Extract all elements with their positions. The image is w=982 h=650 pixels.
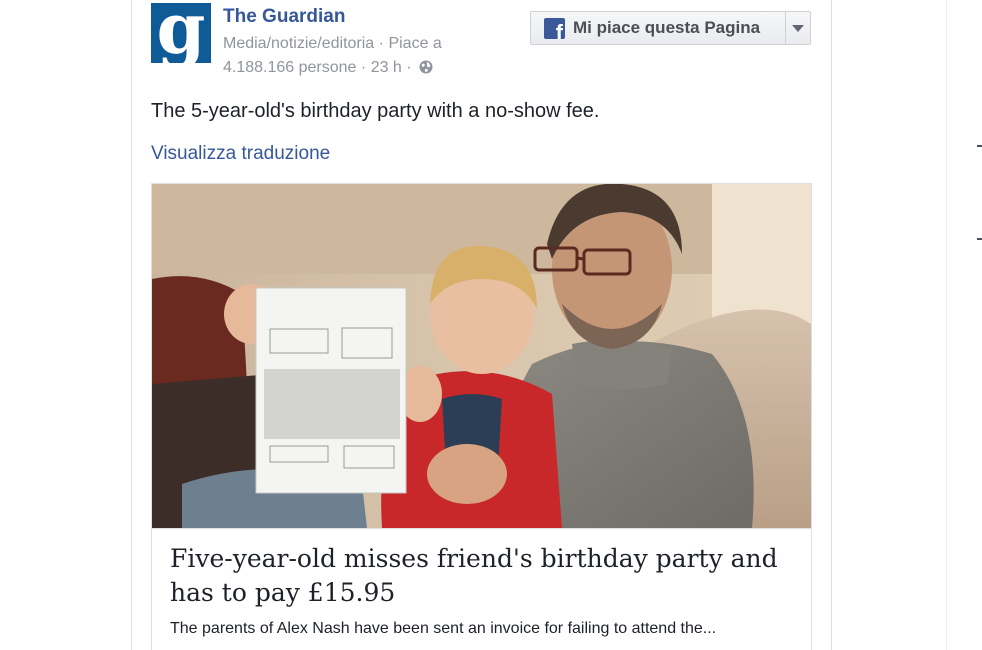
sidebar-border: [946, 0, 947, 650]
facebook-icon: f: [544, 18, 565, 39]
feed-left-border: [131, 0, 132, 650]
link-preview-card[interactable]: Five-year-old misses friend's birthday p…: [151, 183, 812, 650]
article-description: The parents of Alex Nash have been sent …: [170, 620, 717, 637]
post-timestamp[interactable]: 23 h: [371, 59, 402, 76]
meta-separator: ·: [378, 35, 384, 52]
sidebar-edge-mark: [977, 145, 982, 147]
like-page-button[interactable]: f Mi piace questa Pagina: [531, 12, 783, 44]
meta-separator: ·: [360, 59, 367, 76]
chevron-down-icon: [792, 25, 804, 32]
post-meta-likes-time: 4.188.166 persone · 23 h ·: [223, 59, 433, 77]
guardian-logo-avatar[interactable]: g: [151, 3, 211, 63]
likes-count[interactable]: 4.188.166 persone: [223, 59, 356, 76]
like-options-dropdown-button[interactable]: [786, 12, 810, 44]
feed-right-border: [831, 0, 832, 650]
meta-separator: ·: [406, 59, 412, 76]
like-page-button-group: f Mi piace questa Pagina: [530, 11, 811, 45]
post-text: The 5-year-old's birthday party with a n…: [151, 100, 600, 122]
page-name-link[interactable]: The Guardian: [223, 6, 345, 28]
facebook-feed: g The Guardian Media/notizie/editoria · …: [0, 0, 982, 650]
globe-icon[interactable]: [419, 60, 433, 74]
article-headline[interactable]: Five-year-old misses friend's birthday p…: [170, 542, 800, 610]
card-image-divider: [152, 528, 811, 529]
like-page-label: Mi piace questa Pagina: [573, 18, 761, 37]
page-category: Media/notizie/editoria: [223, 35, 375, 52]
article-photo[interactable]: [152, 184, 811, 528]
post-meta-category: Media/notizie/editoria · Piace a: [223, 35, 442, 53]
see-translation-link[interactable]: Visualizza traduzione: [151, 143, 330, 165]
likes-prefix: Piace a: [388, 35, 442, 52]
guardian-logo-letter: g: [156, 3, 206, 63]
sidebar-edge-mark: [977, 238, 982, 240]
